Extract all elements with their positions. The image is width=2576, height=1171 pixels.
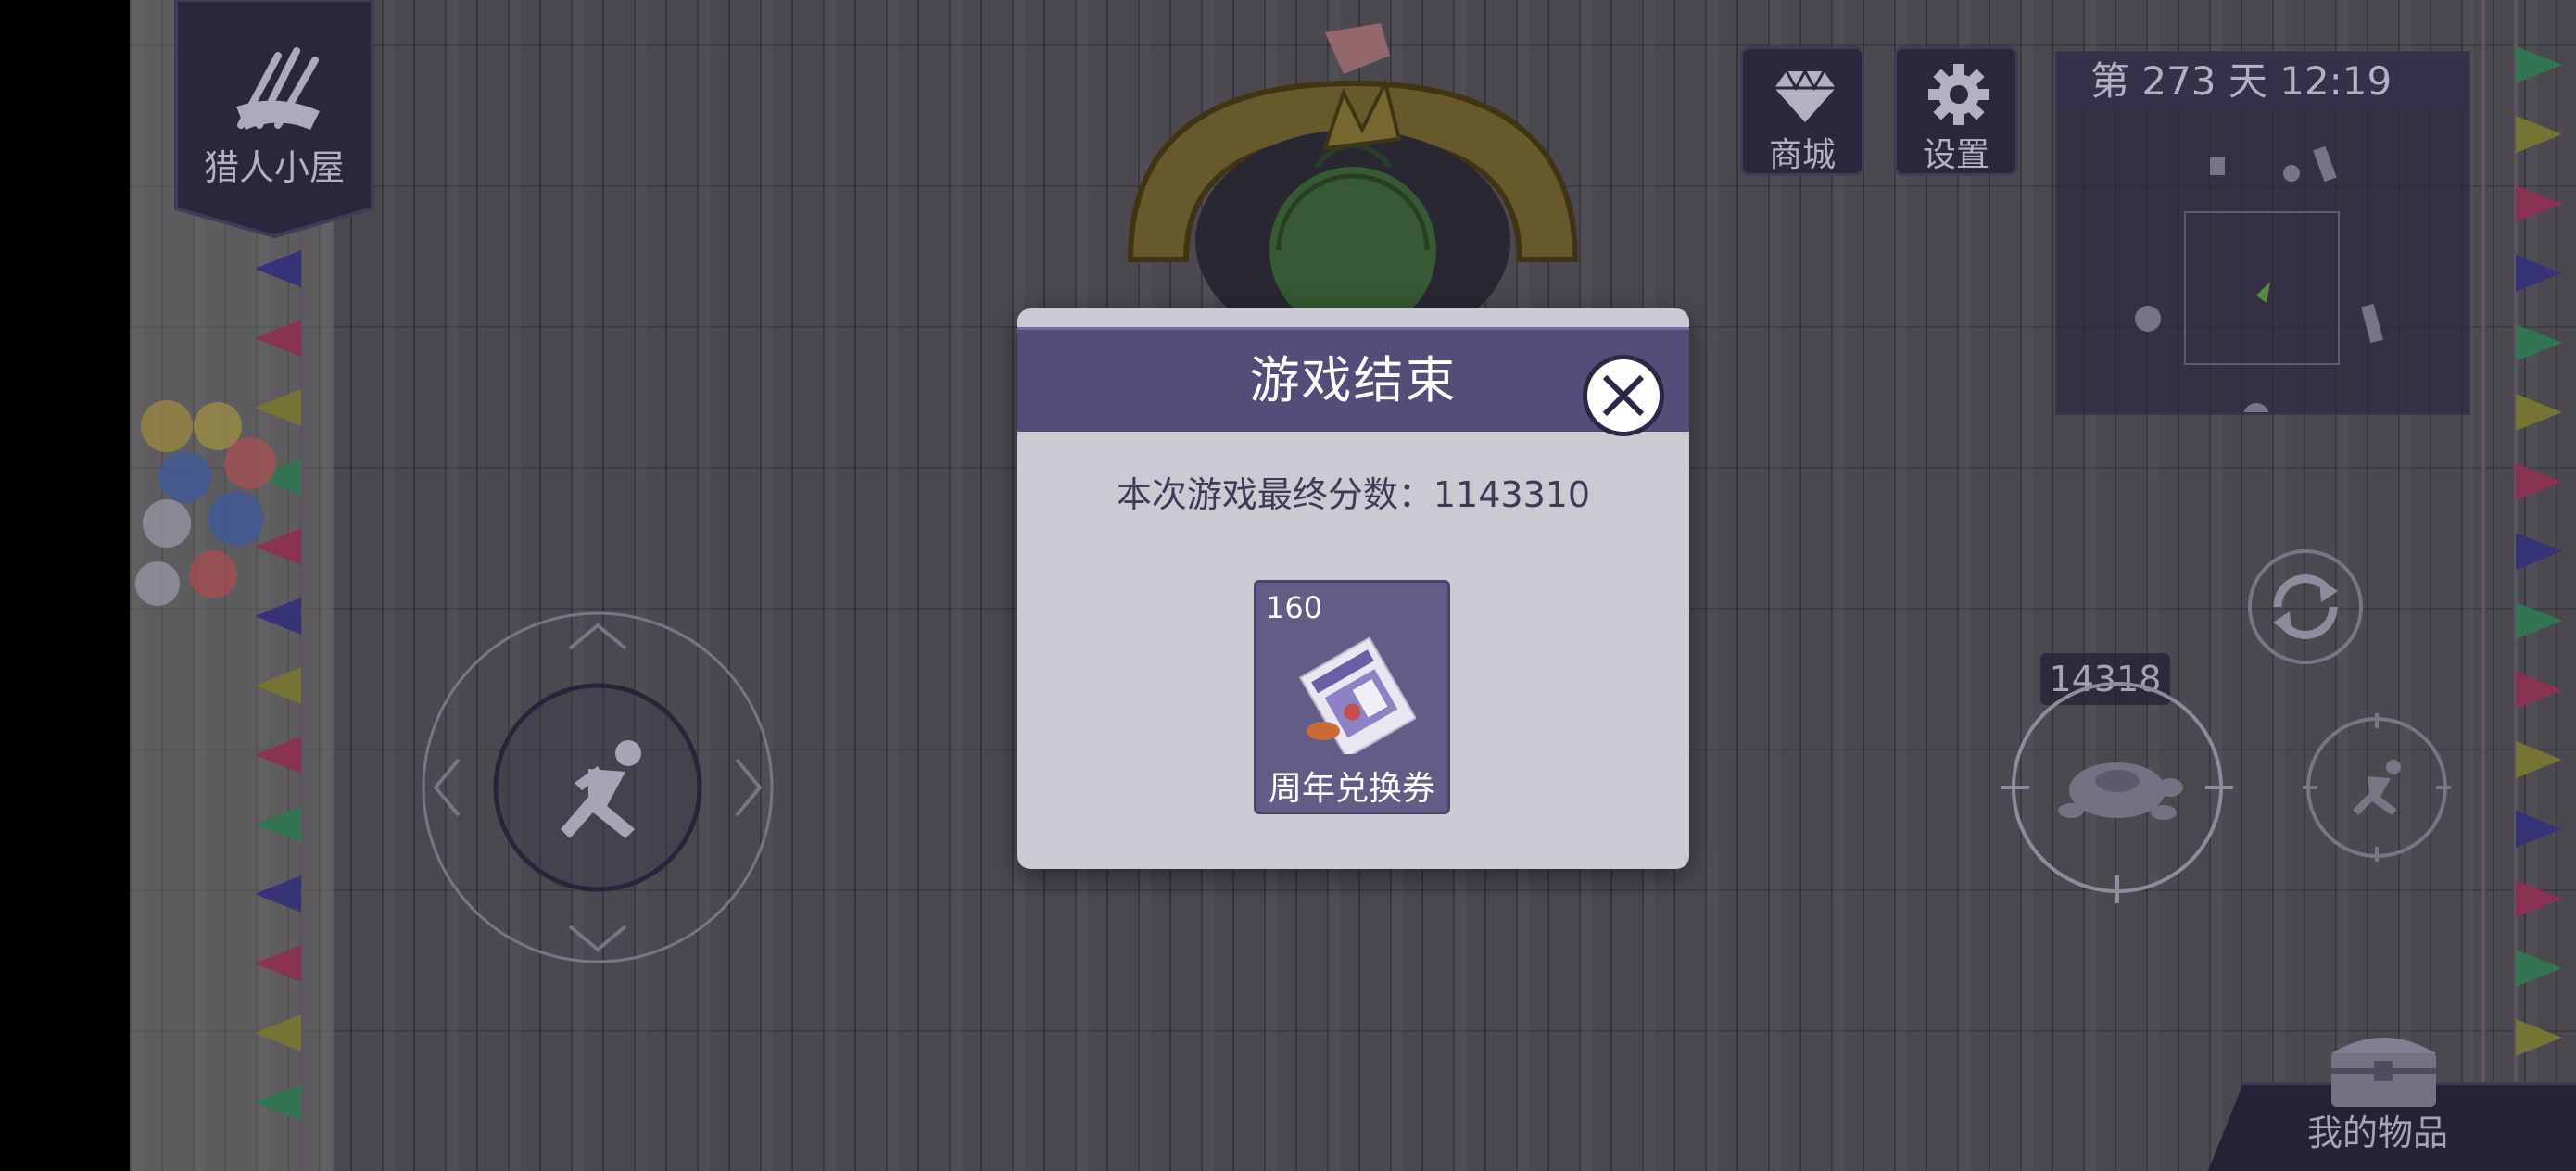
reward-quantity: 160 (1266, 590, 1323, 625)
final-score-text: 本次游戏最终分数：1143310 (1116, 474, 1591, 515)
game-over-dialog: 游戏结束 本次游戏最终分数：1143310 160 周年兑换券 (1017, 308, 1689, 869)
close-icon (1602, 374, 1645, 417)
game-stage: 猎人小屋 商城 设置 第 273 天 12:19 14318 我的物品 游戏结束… (130, 0, 2576, 1171)
reward-name: 周年兑换券 (1268, 770, 1435, 808)
close-button[interactable] (1583, 355, 1664, 436)
dialog-header: 游戏结束 (1017, 327, 1689, 436)
coupon-icon (1298, 636, 1416, 754)
reward-item-tile[interactable]: 160 周年兑换券 (1254, 580, 1450, 814)
